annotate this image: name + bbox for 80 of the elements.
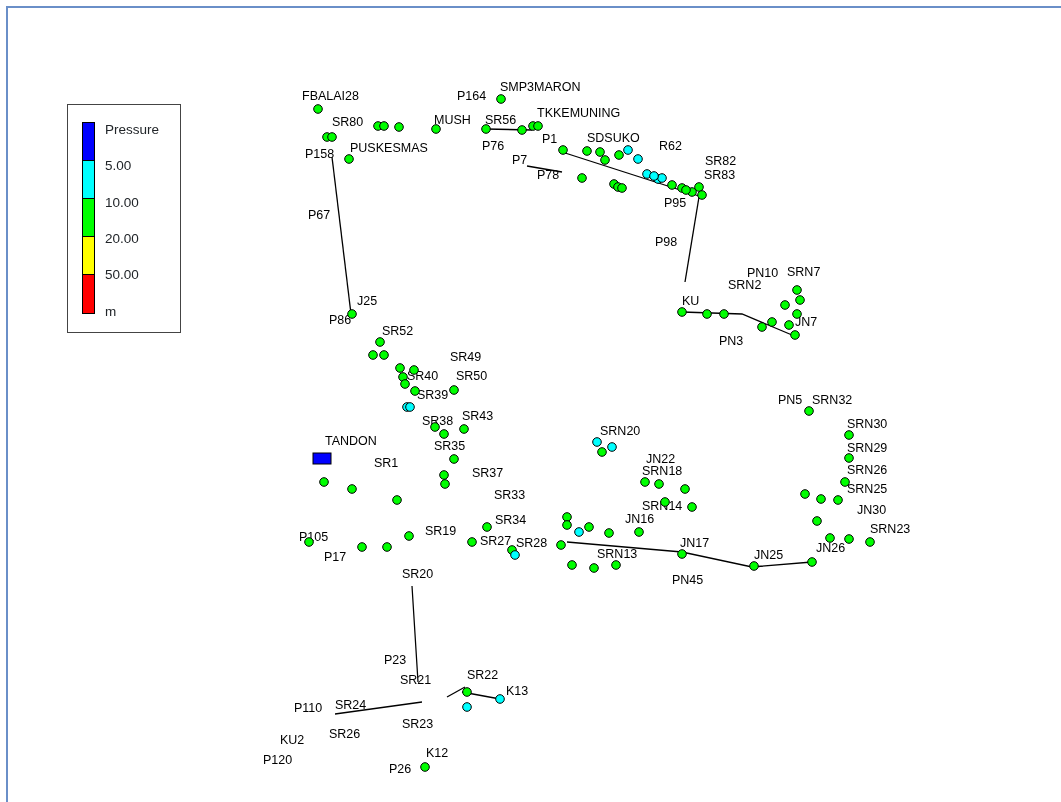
legend-value: 5.00: [105, 158, 132, 175]
node-label: JN26: [816, 541, 846, 555]
node-label: SR56: [485, 113, 517, 127]
node-label: JN22: [646, 452, 676, 466]
node-label: P17: [324, 550, 347, 564]
node-label: PN10: [747, 266, 779, 280]
node-label: SRN20: [600, 424, 641, 438]
node-label: SR28: [516, 536, 548, 550]
node-label: PUSKESMAS: [350, 141, 428, 155]
node-label: SR22: [467, 668, 499, 682]
node-label: SR82: [705, 154, 737, 168]
node-label: P120: [263, 753, 293, 767]
node-label: R62: [659, 139, 682, 153]
node-label: JN30: [857, 503, 887, 517]
node-label: SR52: [382, 324, 414, 338]
node-label: P23: [384, 653, 407, 667]
node-label: PN45: [672, 573, 704, 587]
node-label: TKKEMUNING: [537, 106, 621, 120]
node-label: TANDON: [325, 434, 377, 448]
node-label: JN16: [625, 512, 655, 526]
node-label: SRN25: [847, 482, 888, 496]
node-label: SRN2: [728, 278, 762, 292]
node-label: P1: [542, 132, 558, 146]
legend-value: 20.00: [105, 230, 139, 247]
node-label: SRN26: [847, 463, 888, 477]
node-label: SR38: [422, 414, 454, 428]
node-label: SRN29: [847, 441, 888, 455]
node-label: SR37: [472, 466, 504, 480]
node-label: JN25: [754, 548, 784, 562]
node-label: SR49: [450, 350, 482, 364]
node-label: SR83: [704, 168, 736, 182]
node-label: SR26: [329, 727, 361, 741]
node-label: SR27: [480, 534, 512, 548]
node-label: FBALAI28: [302, 89, 359, 103]
node-label: P98: [655, 235, 678, 249]
node-label: P67: [308, 208, 331, 222]
legend-unit: m: [105, 303, 117, 320]
node-label: PN3: [719, 334, 744, 348]
node-label: SRN32: [812, 393, 853, 407]
node-label: P26: [389, 762, 412, 776]
node-label: SRN18: [642, 464, 683, 478]
node-label: JN7: [795, 315, 818, 329]
node-label: SR39: [417, 388, 449, 402]
node-label: P76: [482, 139, 505, 153]
legend-value: 10.00: [105, 194, 139, 211]
node-label: P164: [457, 89, 487, 103]
node-label: P110: [294, 701, 323, 715]
node-label: PN5: [778, 393, 803, 407]
node-label: SR21: [400, 673, 432, 687]
legend-title: Pressure: [105, 122, 160, 138]
node-label: SRN13: [597, 547, 638, 561]
node-label: SR50: [456, 369, 488, 383]
node-label: SRN30: [847, 417, 888, 431]
legend-value: 50.00: [105, 267, 139, 284]
node-label: SR1: [374, 456, 399, 470]
node-label: JN17: [680, 536, 710, 550]
node-label: SR34: [495, 513, 527, 527]
node-label: P95: [664, 196, 687, 210]
node-label: MUSH: [434, 113, 471, 127]
node-label: P158: [305, 147, 335, 161]
node-label: K13: [506, 684, 529, 698]
node-label: SR80: [332, 115, 364, 129]
node-label: KU2: [280, 733, 305, 747]
node-label: SDSUKO: [587, 131, 640, 145]
node-label: P7: [512, 153, 528, 167]
node-label: SMP3MARON: [500, 80, 581, 94]
node-label: SRN7: [787, 265, 821, 279]
node-label: SR24: [335, 698, 367, 712]
node-label: SR43: [462, 409, 494, 423]
node-label: SR33: [494, 488, 526, 502]
node-label: P78: [537, 168, 560, 182]
node-label: SR23: [402, 717, 434, 731]
node-label: SR35: [434, 439, 466, 453]
node-label: K12: [426, 746, 449, 760]
node-label: J25: [357, 294, 378, 308]
node-label: SRN23: [870, 522, 911, 536]
node-label: SR20: [402, 567, 434, 581]
node-label: P86: [329, 313, 352, 327]
node-label: SR19: [425, 524, 457, 538]
node-label: KU: [682, 294, 700, 308]
